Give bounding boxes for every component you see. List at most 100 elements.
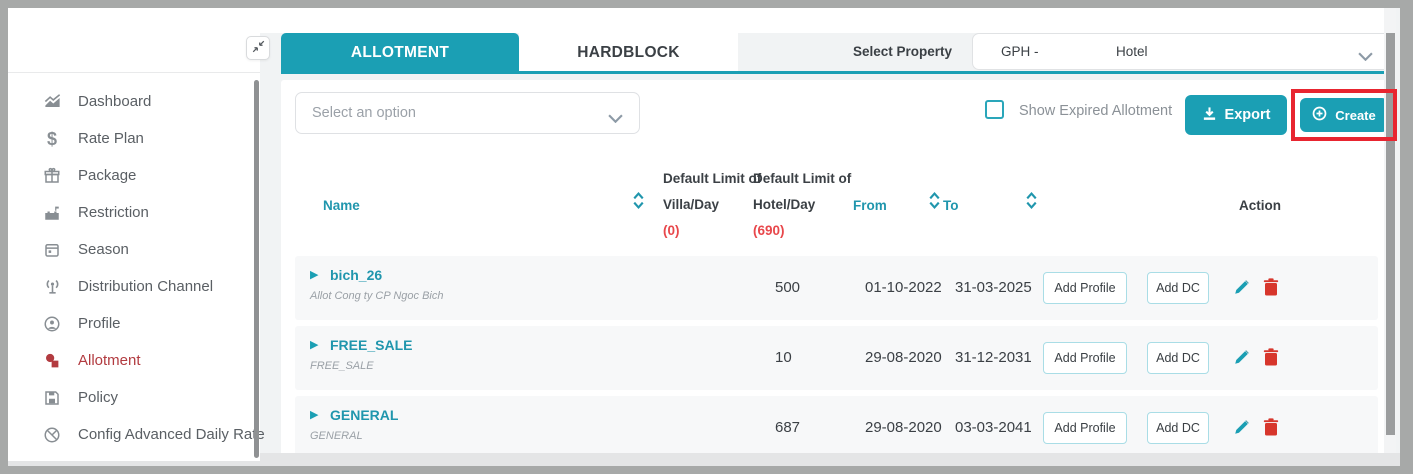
edit-pencil-icon[interactable] (1233, 348, 1251, 371)
sidebar: Dashboard $ Rate Plan Package Res (8, 8, 260, 461)
edit-pencil-icon[interactable] (1233, 418, 1251, 441)
save-disk-icon (40, 386, 64, 410)
sort-icon-to[interactable] (1026, 192, 1037, 214)
from-date-cell: 01-10-2022 (865, 279, 942, 296)
expand-arrow-icon[interactable]: ▶ (310, 408, 318, 421)
sidebar-item-package[interactable]: Package (8, 157, 260, 194)
tab-allotment[interactable]: ALLOTMENT (281, 33, 519, 72)
sidebar-item-label: Policy (78, 389, 118, 406)
gift-icon (40, 164, 64, 188)
page-scrollbar-thumb[interactable] (1386, 33, 1395, 435)
page-scrollbar-track[interactable] (1384, 8, 1396, 461)
sidebar-collapse-button[interactable] (246, 36, 270, 60)
download-icon (1202, 106, 1217, 125)
hotel-header-line1: Default Limit of (753, 166, 851, 192)
add-profile-button[interactable]: Add Profile (1043, 272, 1127, 304)
sidebar-item-season[interactable]: Season (8, 231, 260, 268)
allotment-subtitle: GENERAL (310, 430, 363, 442)
sidebar-item-allotment[interactable]: Allotment (8, 342, 260, 379)
column-header-hotel-limit: Default Limit of Hotel/Day (690) (753, 166, 851, 244)
create-button[interactable]: Create (1300, 98, 1388, 132)
hotel-limit-cell: 500 (775, 279, 800, 296)
tab-hardblock-label: HARDBLOCK (577, 44, 680, 62)
tab-hardblock[interactable]: HARDBLOCK (519, 33, 738, 72)
allotment-panel: Select an option Show Expired Allotment … (281, 80, 1393, 458)
sort-icon-name[interactable] (633, 192, 644, 214)
sidebar-menu: Dashboard $ Rate Plan Package Res (8, 73, 260, 453)
tab-allotment-label: ALLOTMENT (351, 44, 449, 62)
hotel-limit-cell: 10 (775, 349, 792, 366)
app-window: Dashboard $ Rate Plan Package Res (0, 0, 1413, 474)
column-header-from[interactable]: From (853, 198, 887, 213)
sidebar-item-policy[interactable]: Policy (8, 379, 260, 416)
expand-arrow-icon[interactable]: ▶ (310, 268, 318, 281)
delete-trash-icon[interactable] (1263, 348, 1279, 371)
hotel-limit-value: (690) (753, 218, 851, 244)
dashboard-chart-icon (40, 90, 64, 114)
villa-header-line2: Villa/Day (663, 192, 761, 218)
villa-limit-value: (0) (663, 218, 761, 244)
hotel-header-line2: Hotel/Day (753, 192, 851, 218)
sidebar-item-label: Package (78, 167, 136, 184)
allotment-name-link[interactable]: GENERAL (330, 407, 398, 423)
sidebar-item-label: Distribution Channel (78, 278, 213, 295)
column-header-action: Action (1239, 198, 1281, 213)
sort-icon-from[interactable] (929, 192, 940, 214)
tab-underline (281, 71, 1393, 74)
export-button[interactable]: Export (1185, 95, 1287, 135)
show-expired-checkbox[interactable] (985, 100, 1004, 119)
sidebar-item-rate-plan[interactable]: $ Rate Plan (8, 120, 260, 157)
sidebar-item-distribution-channel[interactable]: Distribution Channel (8, 268, 260, 305)
table-row: ▶ GENERAL GENERAL 687 29-08-2020 03-03-2… (295, 396, 1378, 460)
edit-pencil-icon[interactable] (1233, 278, 1251, 301)
plus-circle-icon (1312, 106, 1327, 124)
sidebar-item-label: Profile (78, 315, 121, 332)
add-dc-button[interactable]: Add DC (1147, 412, 1209, 444)
allotment-name-link[interactable]: bich_26 (330, 267, 382, 283)
allotment-name-link[interactable]: FREE_SALE (330, 337, 412, 353)
expand-arrow-icon[interactable]: ▶ (310, 338, 318, 351)
sidebar-item-dashboard[interactable]: Dashboard (8, 83, 260, 120)
export-label: Export (1225, 107, 1271, 123)
chevron-down-icon (608, 110, 623, 128)
sidebar-item-label: Rate Plan (78, 130, 144, 147)
table-row: ▶ FREE_SALE FREE_SALE 10 29-08-2020 31-1… (295, 326, 1378, 390)
calendar-icon (40, 238, 64, 262)
add-profile-button[interactable]: Add Profile (1043, 342, 1127, 374)
select-property-label: Select Property (853, 44, 952, 59)
add-profile-button[interactable]: Add Profile (1043, 412, 1127, 444)
restriction-icon (40, 201, 64, 225)
add-dc-button[interactable]: Add DC (1147, 272, 1209, 304)
add-dc-button[interactable]: Add DC (1147, 342, 1209, 374)
chevron-down-icon (1358, 48, 1373, 66)
sidebar-item-label: Dashboard (78, 93, 151, 110)
from-date-cell: 29-08-2020 (865, 349, 942, 366)
show-expired-label: Show Expired Allotment (1019, 103, 1172, 119)
column-header-to[interactable]: To (943, 198, 959, 213)
table-row: ▶ bich_26 Allot Cong ty CP Ngoc Bich 500… (295, 256, 1378, 320)
sidebar-scrollbar[interactable] (254, 80, 259, 458)
from-date-cell: 29-08-2020 (865, 419, 942, 436)
filter-placeholder: Select an option (312, 105, 416, 121)
delete-trash-icon[interactable] (1263, 418, 1279, 441)
allotment-subtitle: Allot Cong ty CP Ngoc Bich (310, 290, 443, 302)
filter-select-dropdown[interactable]: Select an option (295, 92, 640, 134)
sidebar-item-restriction[interactable]: Restriction (8, 194, 260, 231)
property-code: GPH - (1001, 44, 1039, 59)
to-date-cell: 31-03-2025 (955, 279, 1032, 296)
delete-trash-icon[interactable] (1263, 278, 1279, 301)
property-select-dropdown[interactable]: GPH - Hotel (972, 33, 1392, 70)
sidebar-item-config-advanced-daily-rate[interactable]: Config Advanced Daily Rate (8, 416, 260, 453)
top-header-strip (260, 8, 1392, 33)
sidebar-header (8, 8, 260, 73)
user-circle-icon (40, 312, 64, 336)
sidebar-item-label: Config Advanced Daily Rate (78, 426, 265, 443)
sidebar-item-label: Season (78, 241, 129, 258)
to-date-cell: 31-12-2031 (955, 349, 1032, 366)
hotel-limit-cell: 687 (775, 419, 800, 436)
create-label: Create (1335, 108, 1375, 123)
sidebar-item-profile[interactable]: Profile (8, 305, 260, 342)
dollar-icon: $ (40, 127, 64, 151)
column-header-name[interactable]: Name (323, 198, 360, 213)
shapes-icon (40, 349, 64, 373)
